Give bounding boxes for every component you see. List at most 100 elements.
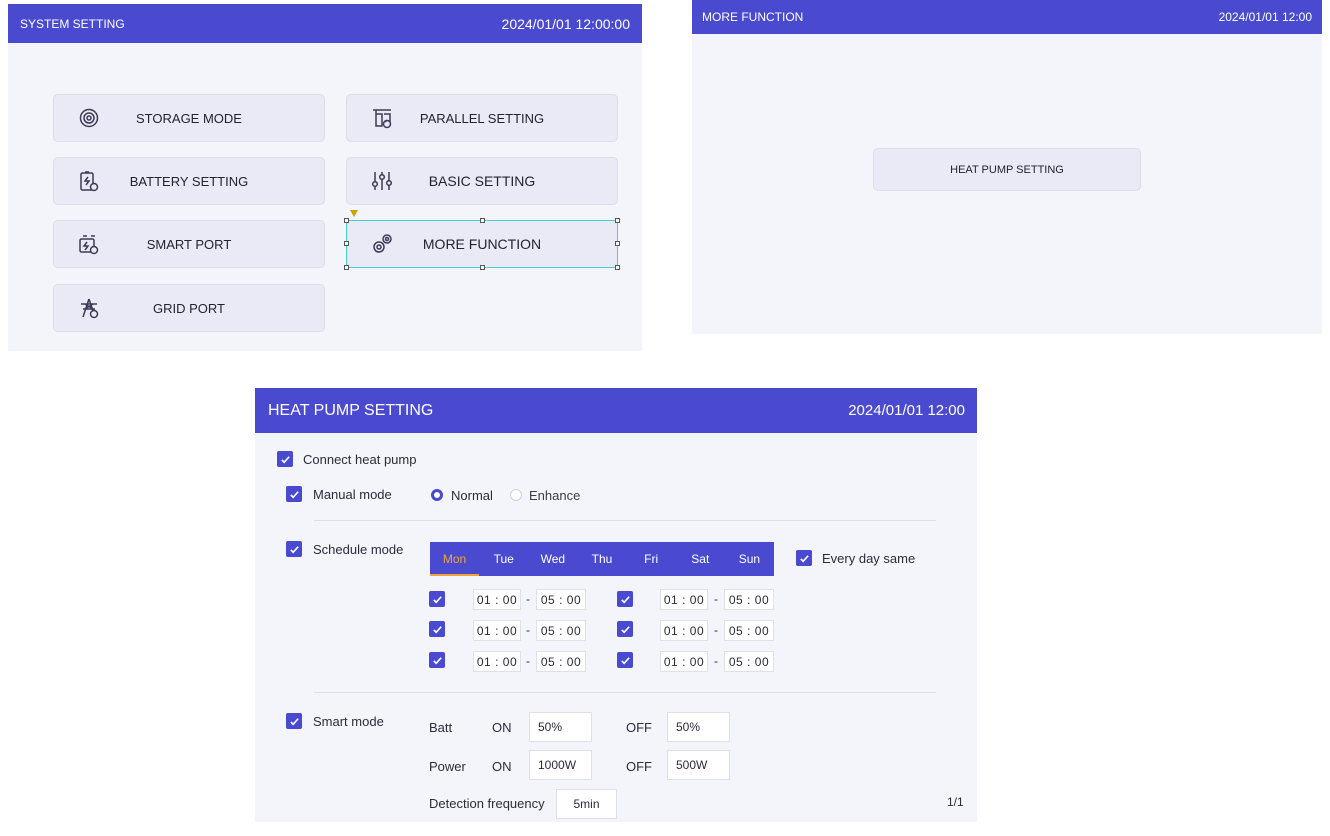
power-off-input[interactable]: 500W — [667, 750, 730, 780]
schedule-mode-checkbox[interactable] — [286, 541, 302, 557]
detection-frequency-label: Detection frequency — [429, 796, 545, 811]
slot-start-time[interactable]: 01 : 00 — [660, 589, 708, 610]
parallel-setting-button[interactable]: PARALLEL SETTING — [346, 94, 618, 142]
header-datetime: 2024/01/01 12:00 — [1218, 10, 1312, 24]
resize-handle[interactable] — [344, 241, 349, 246]
enhance-label: Enhance — [529, 488, 581, 503]
time-dash: - — [714, 592, 718, 606]
time-dash: - — [526, 623, 530, 637]
smart-mode-checkbox[interactable] — [286, 713, 302, 729]
slot-checkbox[interactable] — [617, 621, 633, 637]
slot-start-time[interactable]: 01 : 00 — [660, 620, 708, 641]
divider — [314, 692, 936, 693]
slot-checkbox[interactable] — [429, 591, 445, 607]
check-icon — [280, 455, 290, 463]
slot-checkbox[interactable] — [429, 621, 445, 637]
slot-checkbox[interactable] — [429, 652, 445, 668]
heat-pump-setting-button[interactable]: HEAT PUMP SETTING — [873, 148, 1141, 191]
more-header: MORE FUNCTION 2024/01/01 12:00 — [692, 0, 1322, 34]
batt-label: Batt — [429, 720, 453, 735]
slot-end-time[interactable]: 05 : 00 — [536, 589, 586, 610]
check-icon — [799, 554, 809, 562]
grid-tower-icon — [78, 297, 100, 319]
resize-handle[interactable] — [615, 218, 620, 223]
selection-outline — [344, 210, 620, 270]
slot-end-time[interactable]: 05 : 00 — [536, 620, 586, 641]
tab-sat[interactable]: Sat — [676, 542, 725, 576]
slot-start-time[interactable]: 01 : 00 — [473, 620, 521, 641]
grid-port-button[interactable]: GRID PORT — [53, 284, 325, 332]
tab-sun[interactable]: Sun — [725, 542, 774, 576]
heat-pump-setting-label: HEAT PUMP SETTING — [950, 163, 1064, 176]
resize-handle[interactable] — [615, 241, 620, 246]
resize-handle[interactable] — [480, 265, 485, 270]
enhance-radio[interactable] — [510, 489, 522, 501]
slot-start-time[interactable]: 01 : 00 — [473, 651, 521, 672]
tab-tue[interactable]: Tue — [479, 542, 528, 576]
slot-checkbox[interactable] — [617, 652, 633, 668]
storage-mode-icon — [78, 107, 100, 129]
manual-mode-label: Manual mode — [313, 487, 392, 502]
tab-fri[interactable]: Fri — [627, 542, 676, 576]
slot-end-time[interactable]: 05 : 00 — [724, 589, 774, 610]
storage-mode-button[interactable]: STORAGE MODE — [53, 94, 325, 142]
system-header: SYSTEM SETTING 2024/01/01 12:00:00 — [8, 4, 642, 43]
manual-mode-checkbox[interactable] — [286, 486, 302, 502]
time-dash: - — [526, 592, 530, 606]
page-title: MORE FUNCTION — [702, 10, 804, 24]
header-datetime: 2024/01/01 12:00:00 — [501, 15, 630, 32]
battery-icon — [78, 170, 100, 192]
check-icon — [289, 490, 299, 498]
detection-frequency-input[interactable]: 5min — [556, 789, 617, 819]
basic-setting-button[interactable]: BASIC SETTING — [346, 157, 618, 205]
battery-setting-button[interactable]: BATTERY SETTING — [53, 157, 325, 205]
sliders-icon — [371, 170, 393, 192]
parallel-icon — [371, 107, 393, 129]
day-tabs: Mon Tue Wed Thu Fri Sat Sun — [430, 542, 774, 576]
check-icon — [432, 625, 442, 633]
slot-end-time[interactable]: 05 : 00 — [536, 651, 586, 672]
check-icon — [620, 595, 630, 603]
power-on-input[interactable]: 1000W — [529, 750, 592, 780]
tab-wed[interactable]: Wed — [528, 542, 577, 576]
connect-heat-pump-checkbox[interactable] — [277, 451, 293, 467]
check-icon — [432, 656, 442, 664]
time-dash: - — [714, 623, 718, 637]
normal-radio[interactable] — [431, 489, 443, 501]
batt-off-label: OFF — [626, 720, 652, 735]
slot-checkbox[interactable] — [617, 591, 633, 607]
tab-mon[interactable]: Mon — [430, 542, 480, 576]
page-title: HEAT PUMP SETTING — [268, 401, 434, 419]
divider — [314, 520, 936, 521]
resize-handle[interactable] — [344, 265, 349, 270]
power-off-label: OFF — [626, 759, 652, 774]
schedule-mode-label: Schedule mode — [313, 542, 404, 557]
check-icon — [289, 545, 299, 553]
check-icon — [620, 625, 630, 633]
more-function-panel: MORE FUNCTION 2024/01/01 12:00 HEAT PUMP… — [692, 0, 1322, 334]
slot-end-time[interactable]: 05 : 00 — [724, 651, 774, 672]
resize-handle[interactable] — [615, 265, 620, 270]
check-icon — [620, 656, 630, 664]
check-icon — [289, 717, 299, 725]
tab-thu[interactable]: Thu — [577, 542, 626, 576]
batt-on-input[interactable]: 50% — [529, 712, 592, 742]
heat-pump-panel: HEAT PUMP SETTING 2024/01/01 12:00 Conne… — [255, 388, 977, 822]
smart-port-button[interactable]: SMART PORT — [53, 220, 325, 268]
slot-start-time[interactable]: 01 : 00 — [473, 589, 521, 610]
time-dash: - — [526, 654, 530, 668]
every-day-same-checkbox[interactable] — [796, 550, 812, 566]
resize-handle[interactable] — [480, 218, 485, 223]
header-datetime: 2024/01/01 12:00 — [848, 402, 965, 419]
batt-on-label: ON — [492, 720, 512, 735]
resize-handle[interactable] — [344, 218, 349, 223]
slot-end-time[interactable]: 05 : 00 — [724, 620, 774, 641]
power-label: Power — [429, 759, 466, 774]
slot-start-time[interactable]: 01 : 00 — [660, 651, 708, 672]
batt-off-input[interactable]: 50% — [667, 712, 730, 742]
connect-heat-pump-label: Connect heat pump — [303, 452, 417, 467]
page-indicator: 1/1 — [947, 795, 964, 809]
normal-label: Normal — [451, 488, 493, 503]
anchor-triangle-icon — [350, 210, 358, 217]
time-dash: - — [714, 654, 718, 668]
